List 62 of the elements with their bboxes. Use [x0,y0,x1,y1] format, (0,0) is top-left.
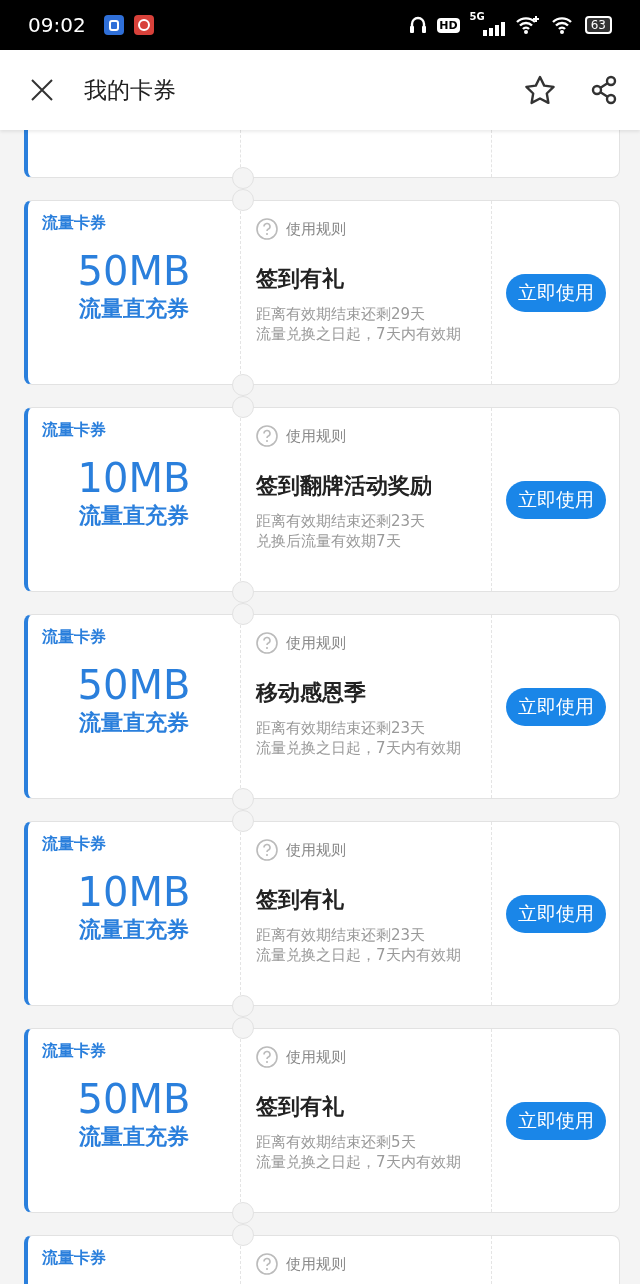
rules-link[interactable]: 使用规则 [286,633,346,653]
headphones-icon [409,15,428,35]
coupon-tag: 流量卡券 [42,834,240,855]
signal-icon [482,22,505,36]
coupon-type: 流量直充券 [78,709,190,737]
rules-link[interactable]: 使用规则 [286,840,346,860]
coupon-title: 签到翻牌活动奖励 [256,472,433,500]
use-now-button[interactable]: 立即使用 [505,894,606,933]
coupon-description: 距离有效期结束还剩5天 [256,1132,417,1152]
coupon-description: 距离有效期结束还剩23天 [256,925,427,945]
close-icon[interactable] [30,78,54,102]
coupon-type: 流量直充券 [78,502,190,530]
help-icon[interactable] [256,632,278,654]
help-icon[interactable] [256,839,278,861]
use-now-button[interactable]: 立即使用 [505,687,606,726]
coupon-tag: 流量卡券 [42,1248,240,1269]
coupon-title: 移动感恩季 [256,679,367,707]
coupon-description: 流量兑换之日起，7天内有效期 [256,738,462,758]
coupon-amount: 50MB [76,248,192,294]
battery-indicator: 63 [584,16,612,34]
coupon-description: 距离有效期结束还剩23天 [256,511,427,531]
wifi-icon [514,15,541,35]
network-label: 5G [469,12,485,22]
coupon-amount: 10MB [76,869,192,915]
coupon-description: 流量兑换之日起，7天内有效期 [256,324,462,344]
rules-link[interactable]: 使用规则 [286,426,346,446]
coupon-type: 流量直充券 [78,295,190,323]
star-icon[interactable] [524,75,556,105]
coupon-description: 流量兑换之日起，7天内有效期 [256,1152,462,1172]
coupon-amount: 50MB [76,1076,192,1122]
coupon-tag: 流量卡券 [42,420,240,441]
rules-link[interactable]: 使用规则 [286,219,346,239]
coupon-tag: 流量卡券 [42,1041,240,1062]
coupon-tag: 流量卡券 [42,213,240,234]
ticket-notch [232,167,254,189]
help-icon[interactable] [256,218,278,240]
coupon-type: 流量直充券 [78,916,190,944]
coupon-description: 流量兑换之日起，7天内有效期 [256,945,462,965]
coupon-title: 签到有礼 [256,265,345,293]
use-now-button[interactable]: 立即使用 [505,480,606,519]
app-icon [103,15,124,35]
coupon-description: 距离有效期结束还剩23天 [256,718,427,738]
use-now-button[interactable]: 立即使用 [505,273,606,312]
page-title: 我的卡券 [84,75,177,105]
coupon-amount: 50MB [76,662,192,708]
coupon-description: 兑换后流量有效期7天 [256,531,402,551]
clock: 09:02 [28,13,86,37]
coupon-amount: 10MB [76,455,192,501]
coupon-title: 签到有礼 [256,886,345,914]
rules-link[interactable]: 使用规则 [286,1254,346,1274]
help-icon[interactable] [256,425,278,447]
share-icon[interactable] [590,75,618,105]
hd-badge: HD [437,17,460,33]
coupon-title: 签到有礼 [256,1093,345,1121]
help-icon[interactable] [256,1046,278,1068]
use-now-button[interactable]: 立即使用 [505,1101,606,1140]
coupon-description: 距离有效期结束还剩29天 [256,304,427,324]
coupon-tag: 流量卡券 [42,627,240,648]
help-icon[interactable] [256,1253,278,1275]
app-icon [133,15,154,35]
rules-link[interactable]: 使用规则 [286,1047,346,1067]
coupon-type: 流量直充券 [78,1123,190,1151]
